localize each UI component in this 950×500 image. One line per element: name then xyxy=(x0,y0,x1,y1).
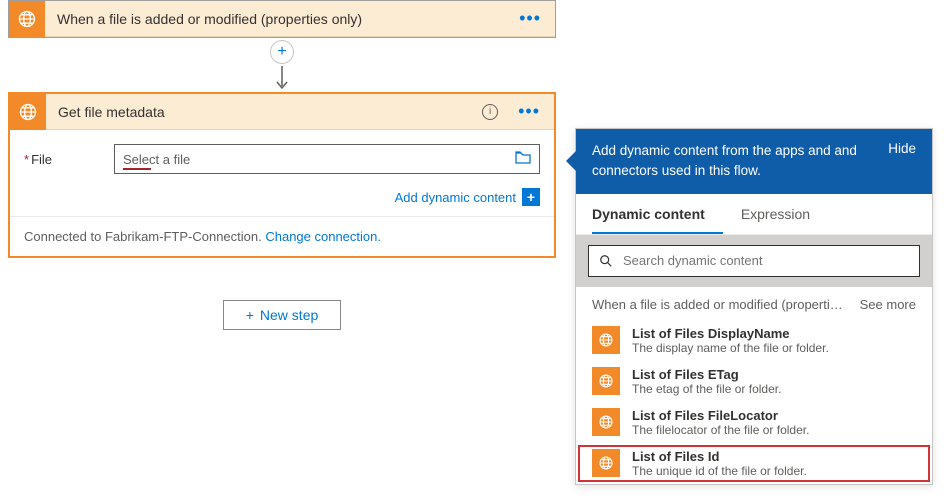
tab-dynamic-content[interactable]: Dynamic content xyxy=(592,194,723,234)
dynamic-content-item[interactable]: List of Files ETag The etag of the file … xyxy=(576,361,932,402)
file-field-label: *File xyxy=(24,152,114,167)
dynamic-content-item[interactable]: List of Files DisplayName The display na… xyxy=(576,320,932,361)
dynamic-item-desc: The etag of the file or folder. xyxy=(632,382,916,396)
info-icon[interactable]: i xyxy=(482,104,498,120)
dynamic-content-item[interactable]: List of Files Id The unique id of the fi… xyxy=(576,443,932,484)
dynamic-item-desc: The unique id of the file or folder. xyxy=(632,464,916,478)
ftp-icon xyxy=(592,449,620,477)
file-input[interactable] xyxy=(123,152,515,167)
dynamic-item-title: List of Files FileLocator xyxy=(632,408,916,423)
dynamic-item-title: List of Files Id xyxy=(632,449,916,464)
search-input-wrap[interactable] xyxy=(588,245,920,277)
change-connection-link[interactable]: Change connection. xyxy=(265,229,381,244)
trigger-card[interactable]: When a file is added or modified (proper… xyxy=(8,0,556,38)
dynamic-panel-header-text: Add dynamic content from the apps and an… xyxy=(592,141,876,182)
ftp-icon xyxy=(10,94,46,130)
add-dynamic-content-button[interactable]: + xyxy=(522,188,540,206)
add-dynamic-content-link[interactable]: Add dynamic content xyxy=(395,190,516,205)
see-more-link[interactable]: See more xyxy=(850,297,916,312)
trigger-menu-button[interactable]: ••• xyxy=(505,8,555,29)
ftp-icon xyxy=(9,1,45,37)
action-title: Get file metadata xyxy=(46,104,482,120)
spellcheck-underline xyxy=(123,168,151,170)
connector-line: + xyxy=(8,38,556,92)
dynamic-content-panel: Add dynamic content from the apps and an… xyxy=(575,128,933,485)
tab-expression[interactable]: Expression xyxy=(741,194,828,234)
file-input-wrap[interactable] xyxy=(114,144,540,174)
ftp-icon xyxy=(592,408,620,436)
new-step-button[interactable]: + New step xyxy=(223,300,342,330)
dynamic-item-title: List of Files DisplayName xyxy=(632,326,916,341)
connection-footer: Connected to Fabrikam-FTP-Connection. Ch… xyxy=(10,216,554,256)
folder-picker-icon[interactable] xyxy=(515,150,531,168)
panel-callout-arrow xyxy=(566,151,576,171)
search-input[interactable] xyxy=(623,253,909,268)
plus-icon: + xyxy=(246,307,254,323)
dynamic-item-title: List of Files ETag xyxy=(632,367,916,382)
dynamic-section-title: When a file is added or modified (proper… xyxy=(592,297,850,312)
dynamic-content-item[interactable]: List of Files FileLocator The filelocato… xyxy=(576,402,932,443)
dynamic-item-desc: The filelocator of the file or folder. xyxy=(632,423,916,437)
dynamic-item-desc: The display name of the file or folder. xyxy=(632,341,916,355)
insert-step-button[interactable]: + xyxy=(270,40,294,64)
trigger-title: When a file is added or modified (proper… xyxy=(45,11,505,27)
search-icon xyxy=(599,254,613,268)
ftp-icon xyxy=(592,367,620,395)
action-menu-button[interactable]: ••• xyxy=(504,101,554,122)
ftp-icon xyxy=(592,326,620,354)
action-card: Get file metadata i ••• *File Add dynami… xyxy=(8,92,556,258)
hide-panel-button[interactable]: Hide xyxy=(876,141,916,156)
